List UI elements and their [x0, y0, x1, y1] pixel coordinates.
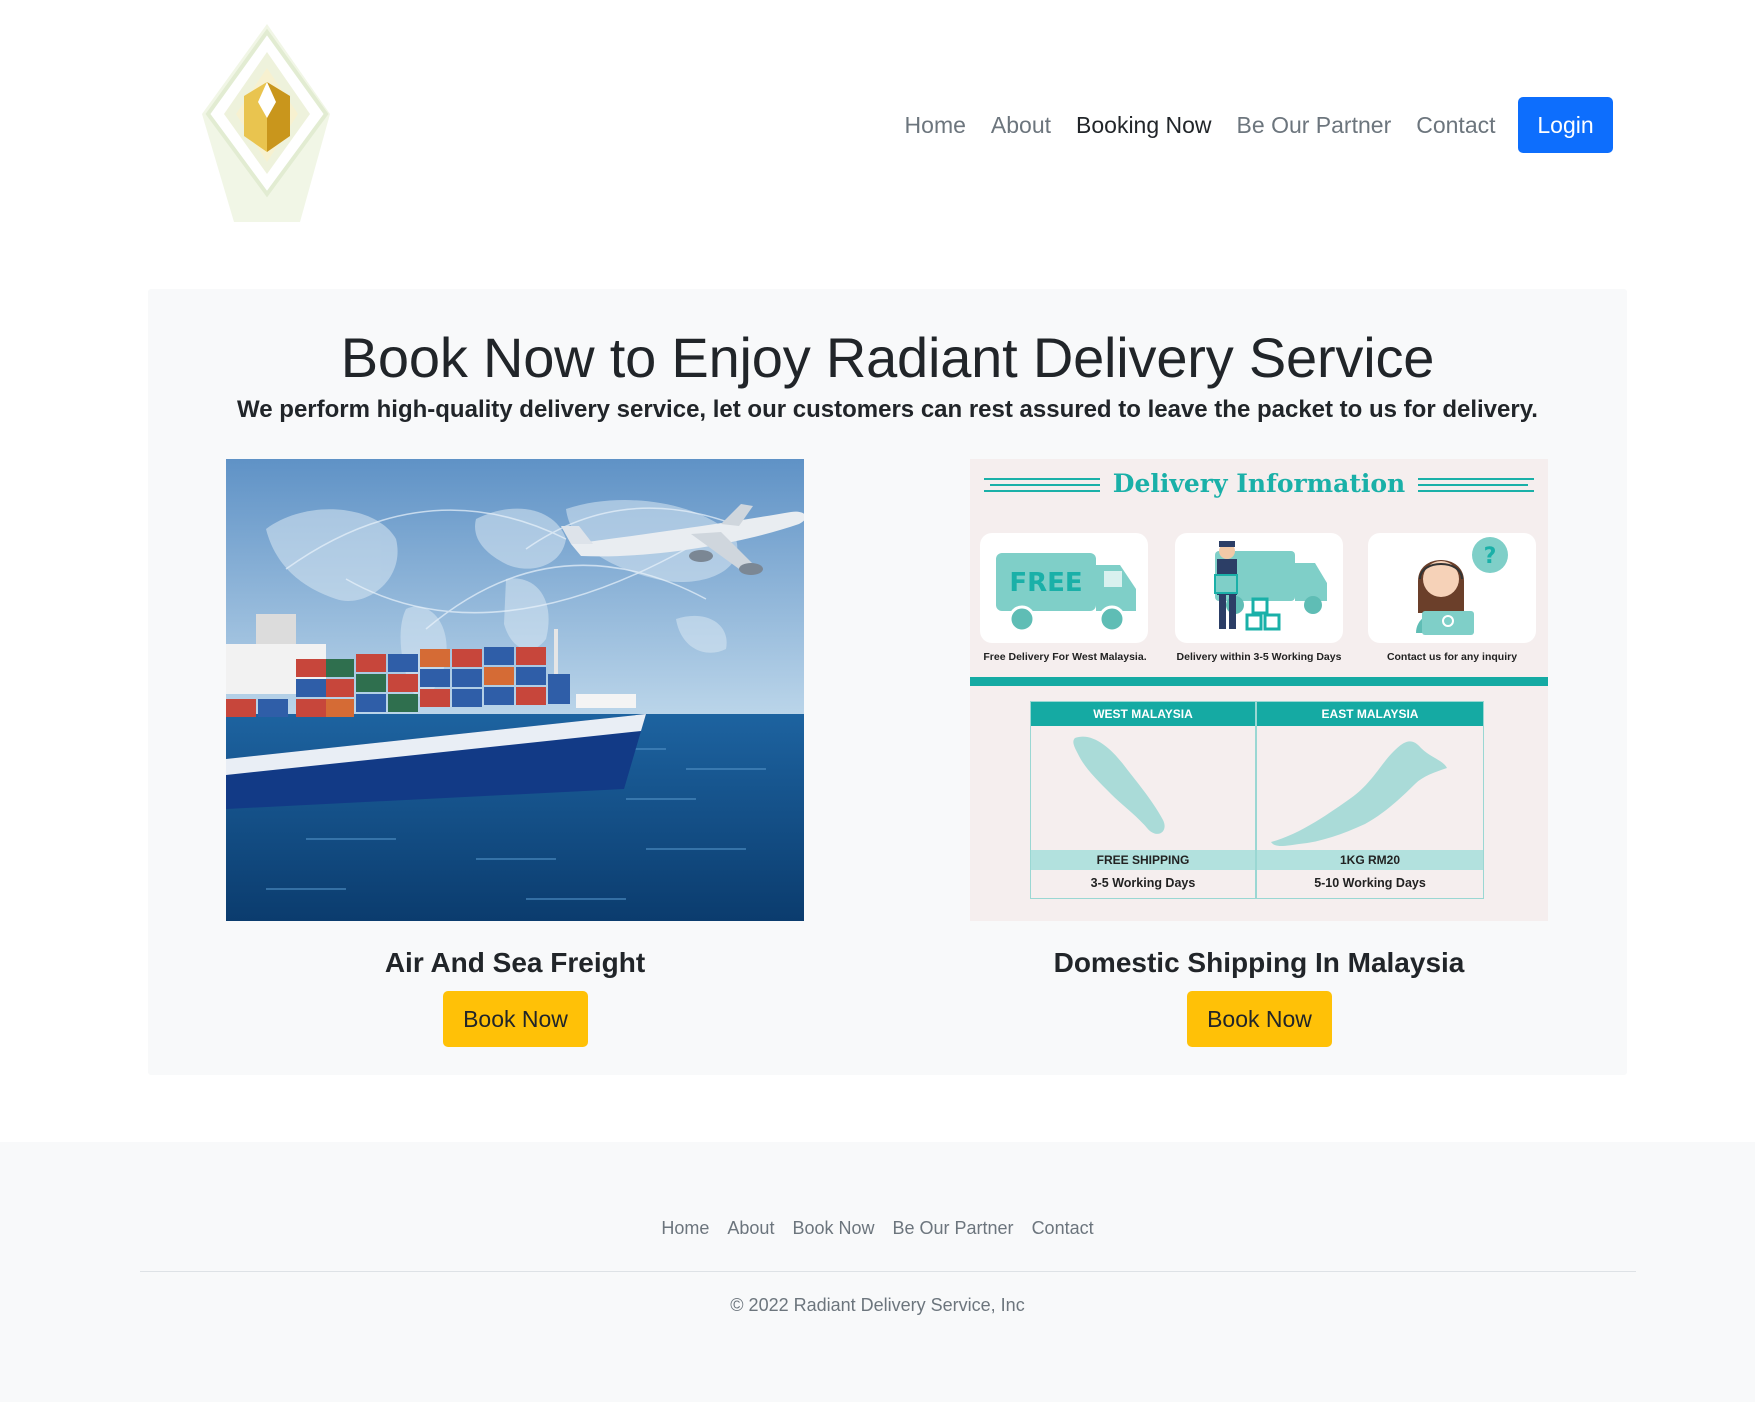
book-now-button-domestic[interactable]: Book Now: [1187, 991, 1332, 1047]
east-malaysia-map: [1271, 741, 1447, 846]
footer-link-home[interactable]: Home: [652, 1218, 718, 1239]
footer-link-about[interactable]: About: [718, 1218, 783, 1239]
delivery-information-image: Delivery Information FREE ? Free Deliver…: [970, 459, 1548, 921]
footer-nav: Home About Book Now Be Our Partner Conta…: [0, 1218, 1755, 1239]
card-title-domestic: Domestic Shipping In Malaysia: [1053, 947, 1465, 978]
main-nav: Home About Booking Now Be Our Partner Co…: [892, 97, 1613, 153]
footer-link-book-now[interactable]: Book Now: [783, 1218, 883, 1239]
nav-about[interactable]: About: [978, 112, 1063, 139]
page-subtitle: We perform high-quality delivery service…: [237, 396, 1538, 423]
support-agent-tile: ?: [1368, 533, 1536, 643]
support-agent-icon: ?: [1416, 537, 1508, 635]
question-badge: ?: [1484, 544, 1497, 569]
nav-contact[interactable]: Contact: [1404, 112, 1508, 139]
divider-band: [970, 677, 1548, 686]
booking-panel: Book Now to Enjoy Radiant Delivery Servi…: [148, 289, 1627, 1075]
tile-caption: Contact us for any inquiry: [1386, 651, 1518, 663]
login-button[interactable]: Login: [1518, 97, 1613, 153]
cargo-ship-and-airplane-image: [226, 459, 804, 921]
nav-home[interactable]: Home: [892, 112, 978, 139]
west-price: FREE SHIPPING: [1031, 850, 1255, 870]
delivery-man-tile: [1175, 533, 1343, 643]
footer: Home About Book Now Be Our Partner Conta…: [0, 1142, 1755, 1402]
free-van-icon: FREE: [996, 553, 1136, 633]
west-days: 3-5 Working Days: [1090, 876, 1196, 890]
nav-be-our-partner[interactable]: Be Our Partner: [1224, 112, 1404, 139]
copyright: © 2022 Radiant Delivery Service, Inc: [730, 1295, 1025, 1315]
radiant-logo[interactable]: [198, 22, 336, 228]
footer-link-be-our-partner[interactable]: Be Our Partner: [884, 1218, 1023, 1239]
delivery-man-icon: [1214, 541, 1327, 631]
free-van-tile: FREE: [980, 533, 1148, 643]
tile-caption: Free Delivery For West Malaysia.: [983, 651, 1147, 663]
east-price: 1KG RM20: [1257, 850, 1483, 870]
shipping-regions-table: WEST MALAYSIA EAST MALAYSIA FREE SHIPPIN…: [1030, 701, 1484, 899]
footer-divider: [140, 1271, 1636, 1272]
book-now-button-air-sea[interactable]: Book Now: [443, 991, 588, 1047]
card-title-air-sea: Air And Sea Freight: [384, 947, 646, 978]
tile-caption: Delivery within 3-5 Working Days: [1176, 651, 1342, 663]
delivery-info-title: Delivery Information: [1112, 469, 1406, 498]
east-days: 5-10 Working Days: [1314, 876, 1426, 890]
page-title: Book Now to Enjoy Radiant Delivery Servi…: [340, 326, 1435, 389]
west-malaysia-map: [1073, 736, 1165, 834]
nav-booking-now[interactable]: Booking Now: [1064, 112, 1225, 139]
footer-link-contact[interactable]: Contact: [1023, 1218, 1103, 1239]
free-badge: FREE: [1009, 568, 1082, 598]
